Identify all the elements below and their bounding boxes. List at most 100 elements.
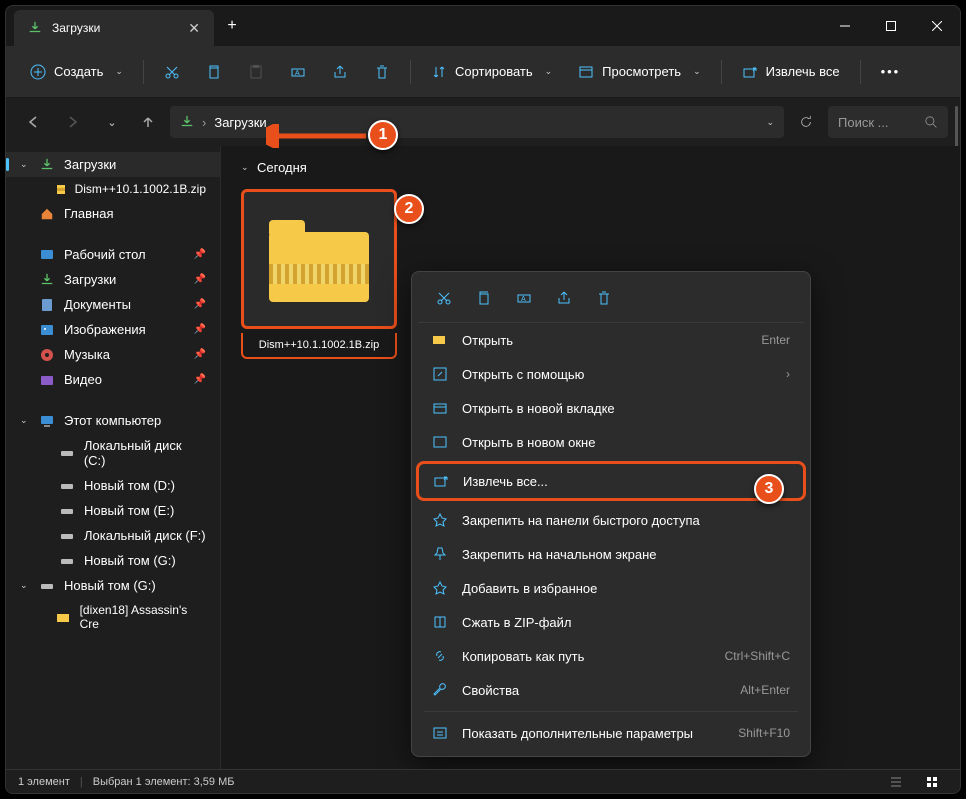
group-header[interactable]: ⌄ Сегодня bbox=[241, 160, 940, 175]
paste-button[interactable] bbox=[238, 58, 274, 86]
ctx-open-with[interactable]: Открыть с помощью › bbox=[418, 357, 804, 391]
chevron-down-icon[interactable]: ⌄ bbox=[766, 117, 774, 128]
extract-all-button[interactable]: Извлечь все bbox=[732, 58, 850, 86]
status-bar: 1 элемент | Выбран 1 элемент: 3,59 МБ bbox=[6, 769, 960, 793]
maximize-button[interactable] bbox=[868, 6, 914, 46]
back-button[interactable] bbox=[18, 106, 50, 138]
drive-icon bbox=[40, 579, 54, 593]
drive-icon bbox=[60, 504, 74, 518]
sidebar-item-downloads2[interactable]: Загрузки 📌 bbox=[6, 267, 220, 292]
search-input[interactable]: Поиск ... bbox=[828, 106, 948, 138]
copy-button[interactable] bbox=[196, 58, 232, 86]
delete-button[interactable] bbox=[364, 58, 400, 86]
browser-tab[interactable]: Загрузки ✕ bbox=[14, 10, 214, 46]
context-toolbar: A bbox=[418, 278, 804, 323]
compress-icon bbox=[432, 614, 448, 630]
forward-button[interactable] bbox=[56, 106, 88, 138]
annotation-badge-2: 2 bbox=[394, 194, 424, 224]
ctx-properties[interactable]: Свойства Alt+Enter bbox=[418, 673, 804, 707]
download-icon bbox=[40, 158, 54, 172]
file-thumbnail bbox=[241, 189, 397, 329]
view-button[interactable]: Просмотреть ⌄ bbox=[568, 58, 710, 86]
close-button[interactable] bbox=[914, 6, 960, 46]
sidebar-item-thispc[interactable]: ⌄ Этот компьютер bbox=[6, 408, 220, 433]
pictures-icon bbox=[40, 323, 54, 337]
toolbar: Создать ⌄ A Сортировать ⌄ Просмотреть ⌄ … bbox=[6, 46, 960, 98]
window-icon bbox=[432, 434, 448, 450]
ctx-compress[interactable]: Сжать в ZIP-файл bbox=[418, 605, 804, 639]
thumbnails-view-button[interactable] bbox=[916, 766, 948, 795]
pin-icon bbox=[432, 512, 448, 528]
scissors-icon bbox=[164, 64, 180, 80]
address-bar[interactable]: › Загрузки ⌄ bbox=[170, 106, 784, 138]
ctx-pin-start[interactable]: Закрепить на начальном экране bbox=[418, 537, 804, 571]
wrench-icon bbox=[432, 682, 448, 698]
link-icon bbox=[432, 648, 448, 664]
desktop-icon bbox=[40, 248, 54, 262]
download-icon bbox=[180, 115, 194, 129]
file-explorer-window: Загрузки ✕ + Создать ⌄ A Сортировать ⌄ bbox=[5, 5, 961, 794]
pin-icon bbox=[432, 546, 448, 562]
sidebar-item-drive-c[interactable]: Локальный диск (C:) bbox=[6, 433, 220, 473]
ctx-favorite[interactable]: Добавить в избранное bbox=[418, 571, 804, 605]
ctx-open-window[interactable]: Открыть в новом окне bbox=[418, 425, 804, 459]
ctx-share-button[interactable] bbox=[546, 282, 582, 314]
sidebar-item-home[interactable]: Главная bbox=[6, 201, 220, 226]
sidebar-item-drive-f[interactable]: Локальный диск (F:) bbox=[6, 523, 220, 548]
chevron-down-icon: ⌄ bbox=[241, 162, 251, 173]
sidebar-item-downloads[interactable]: ⌄ Загрузки bbox=[6, 152, 220, 177]
create-button[interactable]: Создать ⌄ bbox=[20, 58, 133, 86]
cut-button[interactable] bbox=[154, 58, 190, 86]
status-count: 1 элемент bbox=[18, 776, 70, 788]
ctx-open-tab[interactable]: Открыть в новой вкладке bbox=[418, 391, 804, 425]
ctx-pin-quick[interactable]: Закрепить на панели быстрого доступа bbox=[418, 503, 804, 537]
sidebar-item-drive-g[interactable]: Новый том (G:) bbox=[6, 548, 220, 573]
refresh-button[interactable] bbox=[790, 106, 822, 138]
ctx-extract-all[interactable]: Извлечь все... bbox=[416, 461, 806, 501]
address-path: Загрузки bbox=[214, 115, 266, 130]
more-button[interactable]: ••• bbox=[871, 58, 911, 85]
folder-icon bbox=[56, 610, 70, 624]
file-item[interactable]: Dism++10.1.1002.1B.zip bbox=[241, 189, 397, 359]
details-view-button[interactable] bbox=[880, 766, 912, 795]
sidebar-item-desktop[interactable]: Рабочий стол 📌 bbox=[6, 242, 220, 267]
share-button[interactable] bbox=[322, 58, 358, 86]
sidebar-item-drive-e[interactable]: Новый том (E:) bbox=[6, 498, 220, 523]
rename-button[interactable]: A bbox=[280, 58, 316, 86]
pin-icon: 📌 bbox=[194, 349, 206, 360]
tab-icon bbox=[432, 400, 448, 416]
up-button[interactable] bbox=[132, 106, 164, 138]
sidebar-item-documents[interactable]: Документы 📌 bbox=[6, 292, 220, 317]
drive-icon bbox=[60, 529, 74, 543]
svg-text:A: A bbox=[521, 296, 526, 303]
sidebar-item-music[interactable]: Музыка 📌 bbox=[6, 342, 220, 367]
annotation-badge-3: 3 bbox=[754, 474, 784, 504]
music-icon bbox=[40, 348, 54, 362]
sidebar-item-drive-g2[interactable]: ⌄ Новый том (G:) bbox=[6, 573, 220, 598]
rename-icon: A bbox=[290, 64, 306, 80]
tab-title: Загрузки bbox=[52, 21, 100, 35]
sidebar-item-pictures[interactable]: Изображения 📌 bbox=[6, 317, 220, 342]
sidebar-item-folder[interactable]: [dixen18] Assassin's Cre bbox=[6, 598, 220, 636]
new-tab-button[interactable]: + bbox=[214, 6, 250, 46]
download-icon bbox=[40, 273, 54, 287]
trash-icon bbox=[374, 64, 390, 80]
ctx-rename-button[interactable]: A bbox=[506, 282, 542, 314]
ctx-cut-button[interactable] bbox=[426, 282, 462, 314]
minimize-button[interactable] bbox=[822, 6, 868, 46]
sidebar: ⌄ Загрузки Dism++10.1.1002.1B.zip Главна… bbox=[6, 146, 221, 773]
ctx-copy-path[interactable]: Копировать как путь Ctrl+Shift+C bbox=[418, 639, 804, 673]
sidebar-item-drive-d[interactable]: Новый том (D:) bbox=[6, 473, 220, 498]
ctx-delete-button[interactable] bbox=[586, 282, 622, 314]
sort-button[interactable]: Сортировать ⌄ bbox=[421, 58, 562, 86]
ctx-open[interactable]: Открыть Enter bbox=[418, 323, 804, 357]
sidebar-item-zip[interactable]: Dism++10.1.1002.1B.zip bbox=[6, 177, 220, 201]
recent-button[interactable]: ⌄ bbox=[94, 106, 126, 138]
video-icon bbox=[40, 373, 54, 387]
ctx-copy-button[interactable] bbox=[466, 282, 502, 314]
star-icon bbox=[432, 580, 448, 596]
sidebar-item-videos[interactable]: Видео 📌 bbox=[6, 367, 220, 392]
close-tab-icon[interactable]: ✕ bbox=[188, 20, 200, 37]
pin-icon: 📌 bbox=[194, 374, 206, 385]
ctx-show-more[interactable]: Показать дополнительные параметры Shift+… bbox=[418, 716, 804, 750]
